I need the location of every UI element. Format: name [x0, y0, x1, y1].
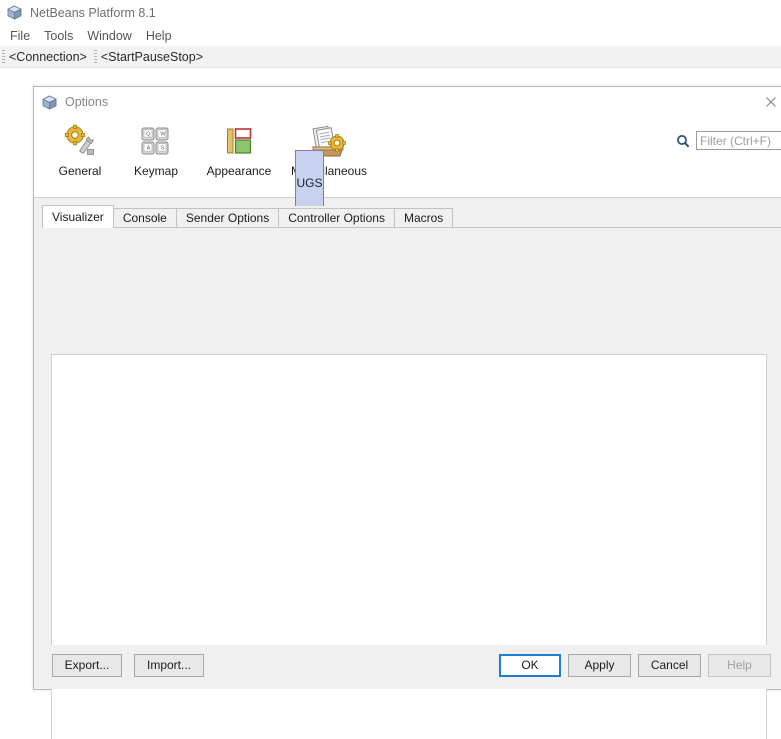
window-title-text: NetBeans Platform 8.1 — [30, 5, 156, 20]
export-button[interactable]: Export... — [52, 654, 122, 677]
gear-wrench-icon — [60, 123, 100, 161]
toolbar-connection[interactable]: <Connection> — [9, 50, 92, 64]
tab-sender-options[interactable]: Sender Options — [175, 208, 280, 228]
toolbar: <Connection> <StartPauseStop> — [0, 46, 781, 68]
dialog-titlebar: Options — [34, 87, 781, 117]
application-window: NetBeans Platform 8.1 File Tools Window … — [0, 0, 781, 739]
menubar: File Tools Window Help — [0, 26, 781, 46]
tab-console[interactable]: Console — [112, 208, 177, 228]
category-appearance[interactable]: Appearance — [194, 117, 284, 178]
import-button[interactable]: Import... — [134, 654, 204, 677]
toolbar-startpausestop[interactable]: <StartPauseStop> — [101, 50, 208, 64]
filter-area — [676, 131, 781, 150]
menu-item-tools[interactable]: Tools — [37, 28, 80, 44]
category-keymap[interactable]: Q W A S Keymap — [118, 117, 194, 178]
category-label: General — [58, 164, 102, 178]
category-label: UGS — [296, 176, 323, 190]
help-button: Help — [708, 654, 771, 677]
menu-item-file[interactable]: File — [3, 28, 37, 44]
netbeans-cube-icon — [7, 5, 22, 20]
tab-visualizer[interactable]: Visualizer — [42, 205, 114, 228]
ok-button[interactable]: OK — [499, 654, 561, 677]
close-icon[interactable] — [760, 91, 781, 113]
tab-controller-options[interactable]: Controller Options — [278, 208, 395, 228]
dialog-footer: Export... Import... OK Apply Cancel Help — [34, 645, 781, 689]
menu-item-window[interactable]: Window — [80, 28, 138, 44]
svg-text:S: S — [161, 145, 165, 151]
category-label: Appearance — [206, 164, 272, 178]
layout-panels-icon — [219, 123, 259, 161]
keyboard-keys-icon: Q W A S — [136, 123, 176, 161]
tabstrip: Visualizer Console Sender Options Contro… — [42, 205, 781, 228]
cancel-button[interactable]: Cancel — [638, 654, 701, 677]
svg-text:W: W — [160, 131, 166, 137]
toolbar-drag-handle[interactable] — [93, 49, 97, 64]
apply-button[interactable]: Apply — [568, 654, 631, 677]
category-label: Keymap — [133, 164, 179, 178]
menu-item-help[interactable]: Help — [139, 28, 179, 44]
category-strip: General Q W A S Keymap Appearance Miscel… — [34, 117, 781, 216]
filter-input[interactable] — [696, 131, 781, 150]
svg-text:A: A — [147, 145, 151, 151]
search-icon — [676, 134, 690, 148]
tab-macros[interactable]: Macros — [393, 208, 454, 228]
window-titlebar: NetBeans Platform 8.1 — [0, 0, 781, 25]
category-list: General Q W A S Keymap Appearance Miscel… — [42, 117, 374, 178]
netbeans-cube-icon — [42, 95, 57, 110]
category-general[interactable]: General — [42, 117, 118, 178]
dialog-body: Visualizer Console Sender Options Contro… — [34, 205, 781, 739]
options-dialog: Options General Q W A S Keymap Appearanc… — [33, 86, 781, 739]
toolbar-drag-handle[interactable] — [2, 49, 5, 64]
dialog-title-text: Options — [65, 95, 109, 109]
svg-text:Q: Q — [146, 131, 151, 137]
